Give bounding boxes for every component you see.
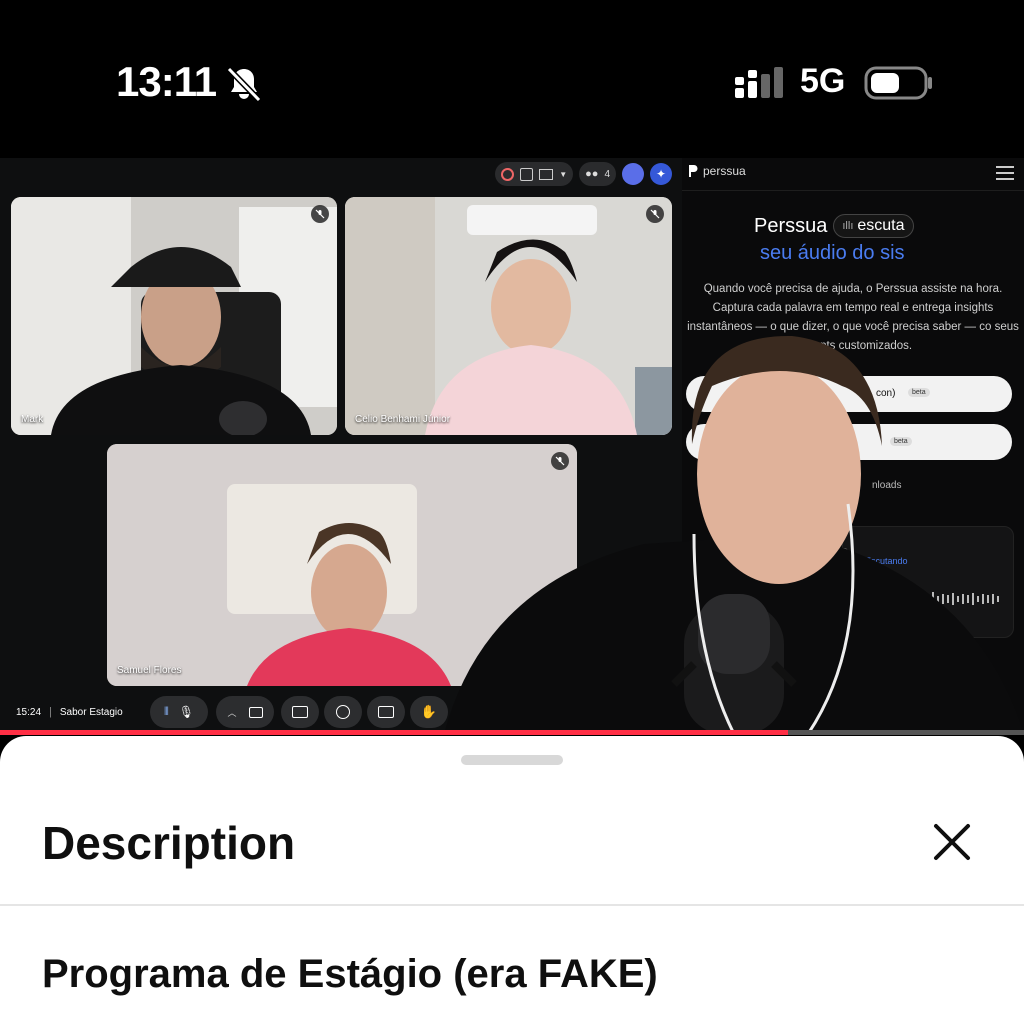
video-title: Programa de Estágio (era FAKE) xyxy=(42,952,658,996)
edit-icon xyxy=(520,167,534,181)
participant-tile-mark[interactable]: Mark xyxy=(11,197,337,435)
participants-pill[interactable]: ●● 4 xyxy=(579,162,616,186)
hero-subtitle: seu áudio do sis xyxy=(760,242,905,264)
drag-handle[interactable] xyxy=(461,755,563,765)
status-bar: 13:11 5G xyxy=(0,0,1024,158)
signal-bars-icon xyxy=(735,67,783,98)
hand-icon: ✋ xyxy=(420,704,438,719)
battery-icon xyxy=(864,66,932,100)
video-progress-bar[interactable] xyxy=(0,730,1024,735)
presenter-webcam xyxy=(444,335,1024,734)
mic-button[interactable]: ⦀ 🎙 xyxy=(150,696,208,728)
separator: | xyxy=(49,706,52,718)
camera-icon xyxy=(248,706,263,718)
emoji-button[interactable] xyxy=(324,696,362,728)
waveform-icon: ıllı xyxy=(842,220,854,232)
participant-video xyxy=(11,197,337,435)
raise-hand-button[interactable]: ✋ xyxy=(410,696,448,728)
present-button[interactable] xyxy=(281,696,319,728)
sheet-title: Description xyxy=(42,817,296,869)
meet-top-toolbar: ▼ ●● 4 ✦ xyxy=(495,162,672,186)
participant-name: Samuel Flores xyxy=(117,665,182,676)
camera-off-icon xyxy=(539,168,554,180)
video-progress-fill xyxy=(0,730,789,735)
people-icon: ●● xyxy=(585,168,599,180)
chevron-down-icon: ▼ xyxy=(559,169,568,179)
network-type: 5G xyxy=(800,62,846,100)
mic-off-icon xyxy=(646,205,664,223)
brand-name: perssua xyxy=(703,164,746,178)
mic-icon: 🎙 xyxy=(178,705,195,719)
meeting-name: Sabor Estagio xyxy=(59,706,123,718)
hero-badge: ıllı escuta xyxy=(833,214,914,238)
perssua-logo-icon xyxy=(689,165,698,177)
participant-name: Celio Benhami Júnior xyxy=(355,414,451,425)
perssua-logo[interactable]: perssua xyxy=(688,164,746,178)
status-time: 13:11 xyxy=(116,58,217,105)
emoji-icon xyxy=(336,705,350,719)
close-icon[interactable] xyxy=(928,818,976,866)
sparkle-icon[interactable]: ✦ xyxy=(650,163,672,185)
audio-level-icon: ⦀ xyxy=(163,705,169,718)
hero-title-main: Perssua xyxy=(754,214,828,237)
captions-button[interactable] xyxy=(367,696,405,728)
captions-icon xyxy=(378,706,394,718)
meet-ai-icon[interactable] xyxy=(622,163,644,185)
record-icon xyxy=(501,167,515,181)
hero-title: Perssua ıllı escuta xyxy=(754,214,914,238)
perssua-header: perssua xyxy=(682,158,1024,191)
video-player[interactable]: ▼ ●● 4 ✦ Mark Celio Benhami Júnior Samue… xyxy=(0,158,1024,734)
chevron-up-icon: ︿ xyxy=(227,707,237,718)
hero-badge-text: escuta xyxy=(857,217,905,234)
description-sheet: Description Programa de Estágio (era FAK… xyxy=(0,736,1024,1014)
meet-recording-controls[interactable]: ▼ xyxy=(495,162,574,186)
participant-count: 4 xyxy=(604,168,610,180)
divider xyxy=(0,904,1024,906)
camera-button[interactable]: ︿ xyxy=(216,696,274,728)
present-screen-icon xyxy=(292,706,308,718)
participant-name: Mark xyxy=(21,414,44,425)
mic-off-icon xyxy=(311,205,329,223)
bell-slash-icon xyxy=(226,66,262,103)
menu-icon[interactable] xyxy=(996,166,1014,180)
meeting-clock: 15:24 xyxy=(16,706,42,718)
